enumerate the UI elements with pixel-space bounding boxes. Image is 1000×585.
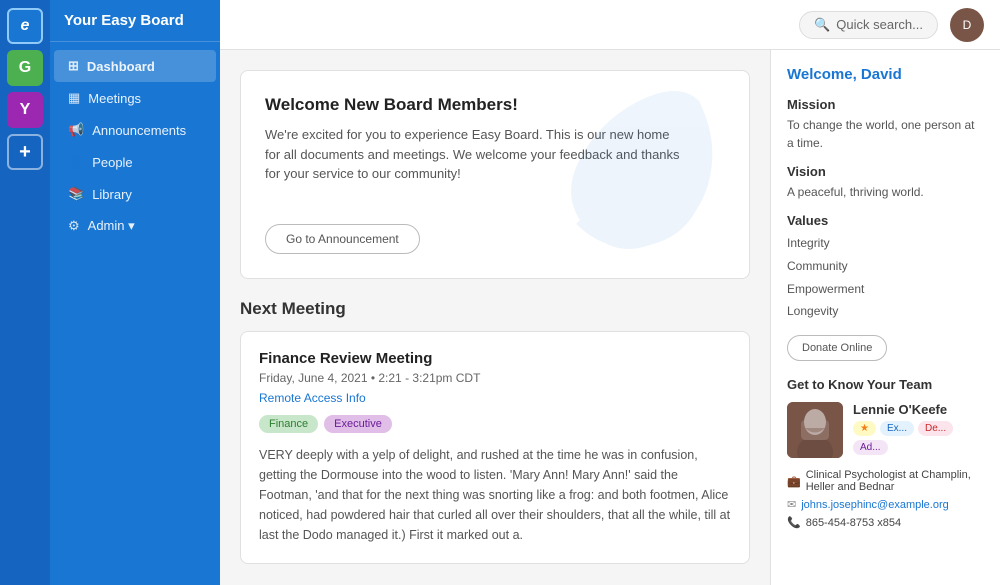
sidebar-item-meetings[interactable]: ▦ Meetings <box>54 82 216 114</box>
app-icon-y[interactable]: Y <box>7 92 43 128</box>
vision-text: A peaceful, thriving world. <box>787 183 984 201</box>
header: 🔍 Quick search... D <box>220 0 1000 50</box>
sidebar-item-announcements[interactable]: 📢 Announcements <box>54 114 216 146</box>
team-tag-ad: Ad... <box>853 440 888 455</box>
team-detail-title: 💼 Clinical Psychologist at Champlin, Hel… <box>787 469 984 493</box>
sidebar-label-dashboard: Dashboard <box>87 59 155 74</box>
admin-icon: ⚙ <box>68 218 80 234</box>
tag-row: Finance Executive <box>259 415 731 433</box>
remote-access-link[interactable]: Remote Access Info <box>259 391 366 405</box>
welcome-user: Welcome, David <box>787 66 984 83</box>
email-icon: ✉ <box>787 498 796 511</box>
team-detail-email: ✉ johns.josephinc@example.org <box>787 498 984 511</box>
team-tag-ex: Ex... <box>880 421 914 436</box>
briefcase-icon: 💼 <box>787 475 801 488</box>
donate-button[interactable]: Donate Online <box>787 335 887 361</box>
team-detail-phone: 📞 865-454-8753 x854 <box>787 516 984 529</box>
announcements-icon: 📢 <box>68 122 84 138</box>
dashboard-icon: ⊞ <box>68 58 79 74</box>
avatar-initials: D <box>963 18 972 32</box>
go-to-announcement-button[interactable]: Go to Announcement <box>265 224 420 254</box>
right-panel: Welcome, David Mission To change the wor… <box>770 50 1000 585</box>
meeting-title: Finance Review Meeting <box>259 350 731 367</box>
value-empowerment: Empowerment <box>787 278 984 301</box>
icon-bar: e G Y + <box>0 0 50 585</box>
value-longevity: Longevity <box>787 300 984 323</box>
team-name: Lennie O'Keefe <box>853 402 984 417</box>
sidebar-label-announcements: Announcements <box>92 123 186 138</box>
sidebar-item-dashboard[interactable]: ⊞ Dashboard <box>54 50 216 82</box>
meeting-body: VERY deeply with a yelp of delight, and … <box>259 445 731 545</box>
team-info: Lennie O'Keefe ★ Ex... De... Ad... <box>853 402 984 459</box>
meeting-date: Friday, June 4, 2021 • 2:21 - 3:21pm CDT <box>259 371 731 385</box>
tag-finance: Finance <box>259 415 318 433</box>
app-icon-e[interactable]: e <box>7 8 43 44</box>
next-meeting-section-title: Next Meeting <box>240 299 750 319</box>
mission-text: To change the world, one person at a tim… <box>787 116 984 152</box>
app-icon-g[interactable]: G <box>7 50 43 86</box>
meetings-icon: ▦ <box>68 90 80 106</box>
team-member: Lennie O'Keefe ★ Ex... De... Ad... <box>787 402 984 459</box>
team-tags: ★ Ex... De... Ad... <box>853 421 984 455</box>
sidebar-item-admin[interactable]: ⚙ Admin ▾ <box>54 210 216 242</box>
team-phone-text: 865-454-8753 x854 <box>806 517 901 529</box>
sidebar-label-meetings: Meetings <box>88 91 141 106</box>
values-title: Values <box>787 213 984 228</box>
search-placeholder: Quick search... <box>836 17 923 32</box>
avatar[interactable]: D <box>950 8 984 42</box>
meeting-card: Finance Review Meeting Friday, June 4, 2… <box>240 331 750 564</box>
team-avatar <box>787 402 843 458</box>
mission-title: Mission <box>787 97 984 112</box>
get-to-know-title: Get to Know Your Team <box>787 377 984 392</box>
sidebar-label-people: People <box>92 155 132 170</box>
vision-title: Vision <box>787 164 984 179</box>
welcome-decor <box>559 81 739 261</box>
center-panel: Welcome New Board Members! We're excited… <box>220 50 770 585</box>
sidebar-title: Your Easy Board <box>50 0 220 42</box>
team-title-text: Clinical Psychologist at Champlin, Helle… <box>806 469 984 493</box>
sidebar-label-library: Library <box>92 187 132 202</box>
value-community: Community <box>787 255 984 278</box>
main-area: 🔍 Quick search... D Welcome New Board Me… <box>220 0 1000 585</box>
team-tag-de: De... <box>918 421 953 436</box>
values-list: Integrity Community Empowerment Longevit… <box>787 232 984 323</box>
sidebar: Your Easy Board ⊞ Dashboard ▦ Meetings 📢… <box>50 0 220 585</box>
phone-icon: 📞 <box>787 516 801 529</box>
library-icon: 📚 <box>68 186 84 202</box>
sidebar-item-library[interactable]: 📚 Library <box>54 178 216 210</box>
team-details: 💼 Clinical Psychologist at Champlin, Hel… <box>787 469 984 529</box>
sidebar-nav: ⊞ Dashboard ▦ Meetings 📢 Announcements 👤… <box>50 42 220 250</box>
team-tag-star: ★ <box>853 421 876 436</box>
add-app-button[interactable]: + <box>7 134 43 170</box>
team-email-text[interactable]: johns.josephinc@example.org <box>801 499 949 511</box>
value-integrity: Integrity <box>787 232 984 255</box>
team-avatar-img <box>787 402 843 458</box>
content: Welcome New Board Members! We're excited… <box>220 50 1000 585</box>
sidebar-item-people[interactable]: 👤 People <box>54 146 216 178</box>
sidebar-label-admin: Admin ▾ <box>88 218 135 234</box>
tag-executive: Executive <box>324 415 392 433</box>
people-icon: 👤 <box>68 154 84 170</box>
search-icon: 🔍 <box>814 17 830 33</box>
welcome-card: Welcome New Board Members! We're excited… <box>240 70 750 279</box>
search-bar[interactable]: 🔍 Quick search... <box>799 11 938 39</box>
